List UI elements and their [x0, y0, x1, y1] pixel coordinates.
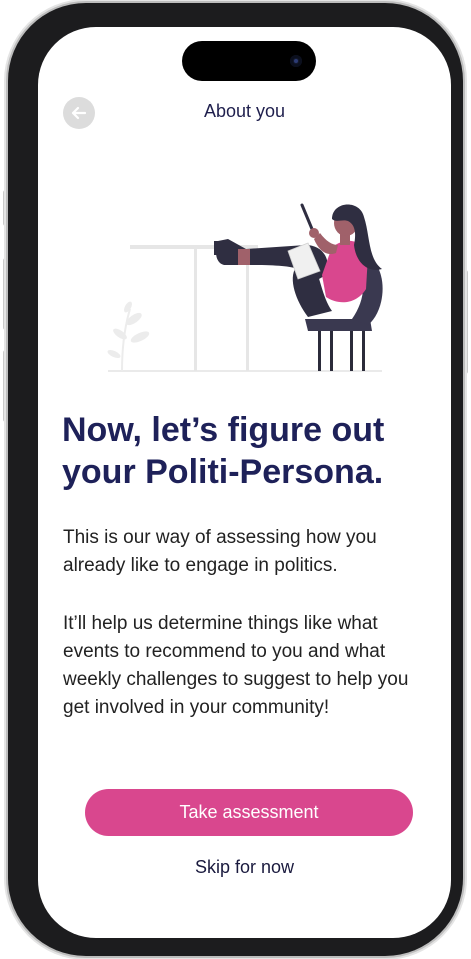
- power-button: [463, 270, 468, 374]
- app-screen: About you Now, let’s figure out your Pol…: [38, 27, 451, 938]
- page-title: About you: [203, 101, 286, 121]
- details-paragraph: It’ll help us determine things like what…: [63, 613, 409, 718]
- intro-paragraph: This is our way of assessing how you alr…: [63, 527, 377, 576]
- phone-frame: About you Now, let’s figure out your Pol…: [8, 3, 463, 956]
- dynamic-island: [182, 41, 316, 81]
- take-assessment-button[interactable]: Take assessment: [85, 789, 413, 836]
- device-mockup: About you Now, let’s figure out your Pol…: [0, 0, 471, 959]
- reading-woman-illustration: [107, 203, 383, 372]
- skip-for-now-link[interactable]: Skip for now: [38, 857, 451, 878]
- headline: Now, let’s figure out your Politi-Person…: [62, 411, 385, 491]
- camera-icon: [290, 55, 302, 67]
